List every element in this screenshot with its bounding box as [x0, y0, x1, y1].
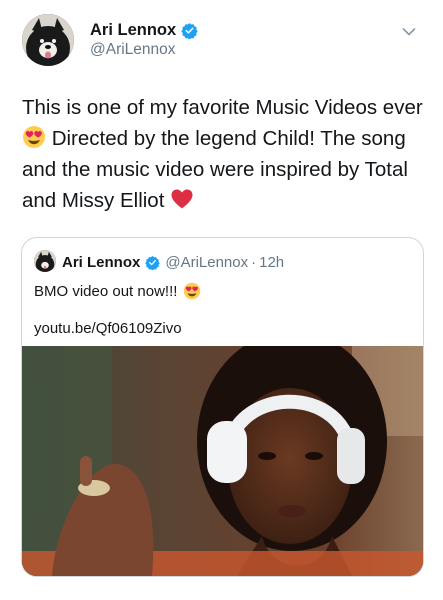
quoted-text-content: BMO video out now!!!: [34, 282, 178, 300]
quoted-link[interactable]: youtu.be/Qf06109Zivo: [34, 320, 182, 337]
heart-eyes-emoji-icon: [184, 282, 201, 300]
avatar[interactable]: [22, 14, 74, 66]
heart-eyes-emoji-icon: [23, 126, 45, 148]
quoted-timestamp[interactable]: 12h: [259, 254, 284, 271]
author-row: Ari Lennox: [90, 19, 198, 41]
tweet-text-part1: This is one of my favorite Music Videos …: [22, 96, 423, 119]
quoted-author-row: Ari Lennox @AriLennox · 12h: [62, 252, 284, 272]
quoted-avatar[interactable]: [34, 250, 56, 272]
verified-badge-icon: [181, 22, 198, 39]
video-still-image: [22, 346, 423, 576]
tweet-text-part2: Directed by the legend Child! The song a…: [22, 127, 408, 212]
red-heart-emoji-icon: [171, 189, 193, 209]
quoted-tweet[interactable]: Ari Lennox @AriLennox · 12h BMO video ou…: [21, 237, 424, 577]
verified-badge-icon: [145, 255, 161, 270]
dog-avatar-image: [34, 250, 56, 272]
tweet-text: This is one of my favorite Music Videos …: [22, 92, 427, 216]
quoted-author-name[interactable]: Ari Lennox: [62, 254, 140, 271]
chevron-down-icon[interactable]: [402, 27, 416, 37]
video-thumbnail[interactable]: [22, 346, 423, 576]
dog-avatar-image: [22, 14, 74, 66]
author-handle[interactable]: @AriLennox: [90, 41, 176, 59]
author-name[interactable]: Ari Lennox: [90, 21, 176, 40]
quoted-text: BMO video out now!!!: [34, 282, 201, 300]
tweet: Ari Lennox @AriLennox This is one of my …: [0, 0, 443, 600]
quoted-author-handle[interactable]: @AriLennox: [165, 254, 248, 271]
separator-dot: ·: [251, 253, 257, 271]
